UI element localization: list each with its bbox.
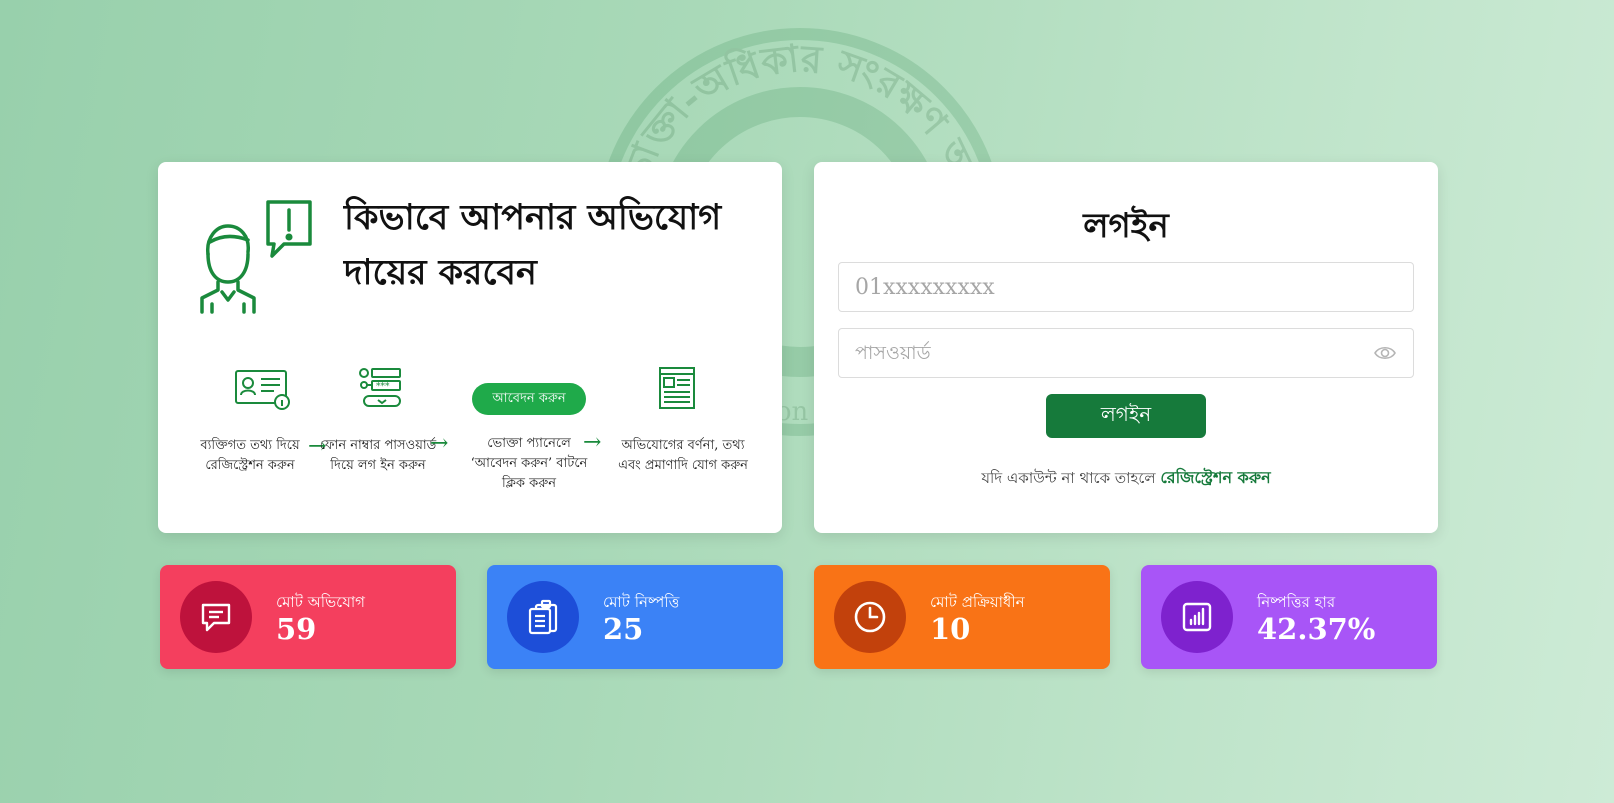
stat-value: 59 [276,612,317,646]
login-form-icon: *** [359,368,401,407]
login-card: লগইন লগইন যদি একাউন্ট না থাকে তাহলে রেজি… [814,162,1438,533]
chat-icon [180,581,252,653]
step-details-text: অভিযোগের বর্ণনা, তথ্য এবং প্রমাণাদি যোগ … [618,438,748,473]
stat-total-resolved: মোট নিষ্পত্তি 25 [487,565,783,669]
bar-chart-icon [1161,581,1233,653]
register-link[interactable]: রেজিস্ট্রেশন করুন [1160,468,1270,487]
stat-value: 42.37% [1257,612,1376,646]
guide-title: কিভাবে আপনার অভিযোগ দায়ের করবেন [344,197,722,293]
arrow-icon: → [430,431,449,456]
register-prompt: যদি একাউন্ট না থাকে তাহলে [981,469,1156,487]
clock-icon [834,581,906,653]
eye-icon[interactable] [1373,343,1397,363]
phone-input[interactable] [838,262,1414,312]
stat-value: 25 [603,612,644,646]
password-input[interactable] [838,328,1414,378]
stat-total-pending: মোট প্রক্রিয়াধীন 10 [814,565,1110,669]
register-prompt-line: যদি একাউন্ট না থাকে তাহলে রেজিস্ট্রেশন ক… [814,465,1438,492]
svg-text:***: *** [376,382,390,392]
stat-resolution-rate: নিষ্পত্তির হার 42.37% [1141,565,1437,669]
complaining-person-icon [200,200,312,314]
login-button[interactable]: লগইন [1046,394,1206,438]
complaint-guide-card: কিভাবে আপনার অভিযোগ দায়ের করবেন *** আবে… [158,162,782,533]
clipboard-icon [507,581,579,653]
apply-pill: আবেদন করুন [472,383,586,415]
login-title: লগইন [1083,206,1169,246]
step-login-text: ফোন নাম্বার পাসওয়ার্ড দিয়ে লগ ইন করুন [319,438,437,473]
arrow-icon: → [583,430,602,455]
stat-total-complaints: মোট অভিযোগ 59 [160,565,456,669]
stat-value: 10 [930,612,971,646]
step-register-text: ব্যক্তিগত তথ্য দিয়ে রেজিস্ট্রেশন করুন [200,438,300,473]
document-icon [659,367,695,409]
id-card-icon [235,370,290,410]
step-apply-text: ভোক্তা প্যানেলে ‘আবেদন করুন’ বাটনে ক্লিক… [470,436,588,491]
